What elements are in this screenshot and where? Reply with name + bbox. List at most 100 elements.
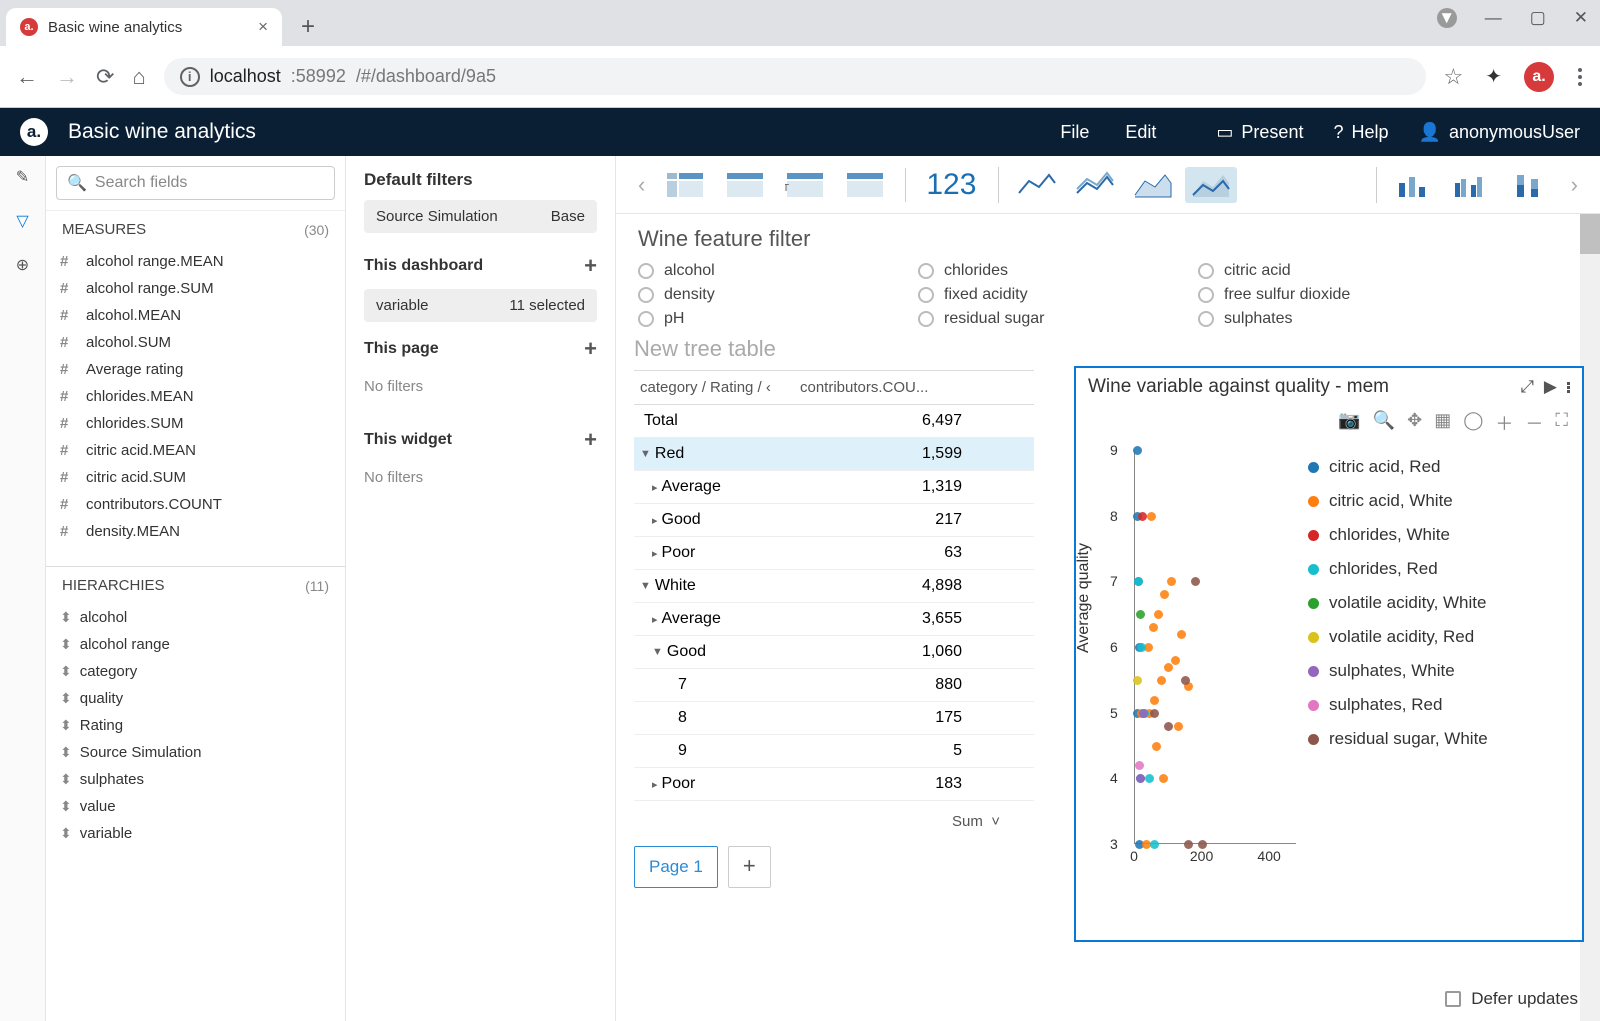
close-tab-icon[interactable]: × (258, 17, 268, 37)
viz-bar-grouped-icon[interactable] (1447, 167, 1499, 203)
add-dashboard-filter-icon[interactable]: + (584, 253, 597, 279)
data-point[interactable] (1184, 840, 1193, 849)
feature-checkbox[interactable]: sulphates (1198, 310, 1478, 328)
menu-file[interactable]: File (1060, 122, 1089, 143)
filter-icon[interactable]: ▽ (12, 210, 34, 232)
feature-checkbox[interactable]: alcohol (638, 262, 918, 280)
home-icon[interactable]: ⌂ (132, 64, 145, 90)
viz-area-stacked-icon[interactable] (1185, 167, 1237, 203)
menu-edit[interactable]: Edit (1125, 122, 1156, 143)
viz-bar-stacked-icon[interactable] (1505, 167, 1557, 203)
defer-updates[interactable]: Defer updates (1445, 989, 1578, 1009)
camera-icon[interactable]: 📷 (1338, 410, 1360, 436)
data-point[interactable] (1136, 610, 1145, 619)
data-point[interactable] (1160, 590, 1169, 599)
maximize-icon[interactable]: ▢ (1530, 8, 1546, 28)
legend-item[interactable]: volatile acidity, White (1308, 586, 1574, 620)
table-row[interactable]: ▸ Poor63 (634, 537, 1034, 570)
defer-checkbox[interactable] (1445, 991, 1461, 1007)
measures-list[interactable]: #alcohol range.MEAN#alcohol range.SUM#al… (46, 246, 345, 566)
viz-tree-table-icon[interactable]: T (779, 167, 831, 203)
hierarchy-item[interactable]: ⬍alcohol range (60, 631, 345, 658)
table-row[interactable]: ▼ Red1,599 (634, 438, 1034, 471)
table-row[interactable]: ▸ Average3,655 (634, 603, 1034, 636)
viz-line-icon[interactable] (1011, 167, 1063, 203)
hierarchy-item[interactable]: ⬍Rating (60, 712, 345, 739)
col-category[interactable]: category / Rating / ‹ (634, 371, 794, 404)
minimize-icon[interactable]: — (1485, 8, 1502, 28)
source-simulation-filter[interactable]: Source Simulation Base (364, 200, 597, 233)
hierarchy-item[interactable]: ⬍category (60, 658, 345, 685)
measure-item[interactable]: #citric acid.MEAN (60, 437, 345, 464)
table-row[interactable]: ▸ Good217 (634, 504, 1034, 537)
data-point[interactable] (1191, 577, 1200, 586)
data-point[interactable] (1136, 774, 1145, 783)
data-point[interactable] (1159, 774, 1168, 783)
table-row[interactable]: 95 (634, 735, 1034, 768)
hierarchy-item[interactable]: ⬍value (60, 793, 345, 820)
hierarchy-item[interactable]: ⬍variable (60, 820, 345, 847)
legend-item[interactable]: chlorides, Red (1308, 552, 1574, 586)
data-point[interactable] (1154, 610, 1163, 619)
info-icon[interactable]: i (180, 67, 200, 87)
data-point[interactable] (1147, 512, 1156, 521)
hierarchy-item[interactable]: ⬍Source Simulation (60, 739, 345, 766)
app-logo-icon[interactable]: a. (20, 118, 48, 146)
data-point[interactable] (1167, 577, 1176, 586)
incognito-icon[interactable]: ▼ (1437, 8, 1457, 28)
table-body[interactable]: Total6,497▼ Red1,599▸ Average1,319▸ Good… (634, 405, 1034, 807)
feature-checkbox[interactable]: density (638, 286, 918, 304)
chart-area[interactable]: Average quality 34567890200400 (1080, 444, 1300, 884)
autoscale-icon[interactable]: ⛶ (1555, 410, 1568, 436)
data-point[interactable] (1174, 722, 1183, 731)
kebab-menu-icon[interactable] (1576, 68, 1584, 86)
more-icon[interactable] (1567, 381, 1570, 394)
play-icon[interactable]: ▶ (1544, 377, 1557, 397)
dashboard-filter-variable[interactable]: variable 11 selected (364, 289, 597, 322)
measure-item[interactable]: #alcohol range.SUM (60, 275, 345, 302)
select-icon[interactable]: ▦ (1434, 410, 1451, 436)
edit-icon[interactable]: ✎ (12, 166, 34, 188)
back-icon[interactable]: ← (16, 64, 38, 90)
table-row[interactable]: 8175 (634, 702, 1034, 735)
data-point[interactable] (1133, 676, 1142, 685)
table-footer[interactable]: Sum ˅ (634, 807, 1034, 836)
measure-item[interactable]: #alcohol.SUM (60, 329, 345, 356)
data-point[interactable] (1134, 577, 1143, 586)
data-point[interactable] (1164, 722, 1173, 731)
viz-grid-icon[interactable] (839, 167, 891, 203)
data-point[interactable] (1152, 742, 1161, 751)
zoom-icon[interactable]: 🔍 (1373, 410, 1395, 436)
close-window-icon[interactable]: ✕ (1574, 8, 1588, 28)
viz-number-icon[interactable]: 123 (918, 168, 984, 202)
data-point[interactable] (1171, 656, 1180, 665)
reload-icon[interactable]: ⟳ (96, 64, 114, 90)
data-point[interactable] (1135, 761, 1144, 770)
extensions-icon[interactable]: ✦ (1485, 64, 1502, 89)
table-row[interactable]: ▼ Good1,060 (634, 636, 1034, 669)
feature-checkbox[interactable]: free sulfur dioxide (1198, 286, 1478, 304)
scroll-left-icon[interactable]: ‹ (632, 172, 651, 198)
scatter-panel[interactable]: Wine variable against quality - mem ⤢ ▶ … (1074, 366, 1584, 942)
data-point[interactable] (1150, 696, 1159, 705)
url-input[interactable]: i localhost:58992/#/dashboard/9a5 (164, 58, 1426, 95)
legend-item[interactable]: chlorides, White (1308, 518, 1574, 552)
hierarchies-list[interactable]: ⬍alcohol⬍alcohol range⬍category⬍quality⬍… (46, 602, 345, 862)
data-point[interactable] (1145, 774, 1154, 783)
feature-checkbox[interactable]: residual sugar (918, 310, 1198, 328)
help-button[interactable]: ?Help (1333, 122, 1388, 143)
table-row[interactable]: 7880 (634, 669, 1034, 702)
viz-multiline-icon[interactable] (1069, 167, 1121, 203)
viz-bar-icon[interactable] (1389, 167, 1441, 203)
forward-icon[interactable]: → (56, 64, 78, 90)
legend-item[interactable]: volatile acidity, Red (1308, 620, 1574, 654)
data-point[interactable] (1133, 446, 1142, 455)
data-point[interactable] (1198, 840, 1207, 849)
present-button[interactable]: ▭Present (1216, 122, 1303, 143)
user-button[interactable]: 👤anonymousUser (1419, 122, 1580, 143)
hierarchies-header[interactable]: HIERARCHIES (11) (46, 566, 345, 602)
viz-pivot-icon[interactable] (659, 167, 711, 203)
lasso-icon[interactable]: ◯ (1463, 410, 1483, 436)
table-row[interactable]: Total6,497 (634, 405, 1034, 438)
bookmark-icon[interactable]: ☆ (1444, 64, 1464, 90)
